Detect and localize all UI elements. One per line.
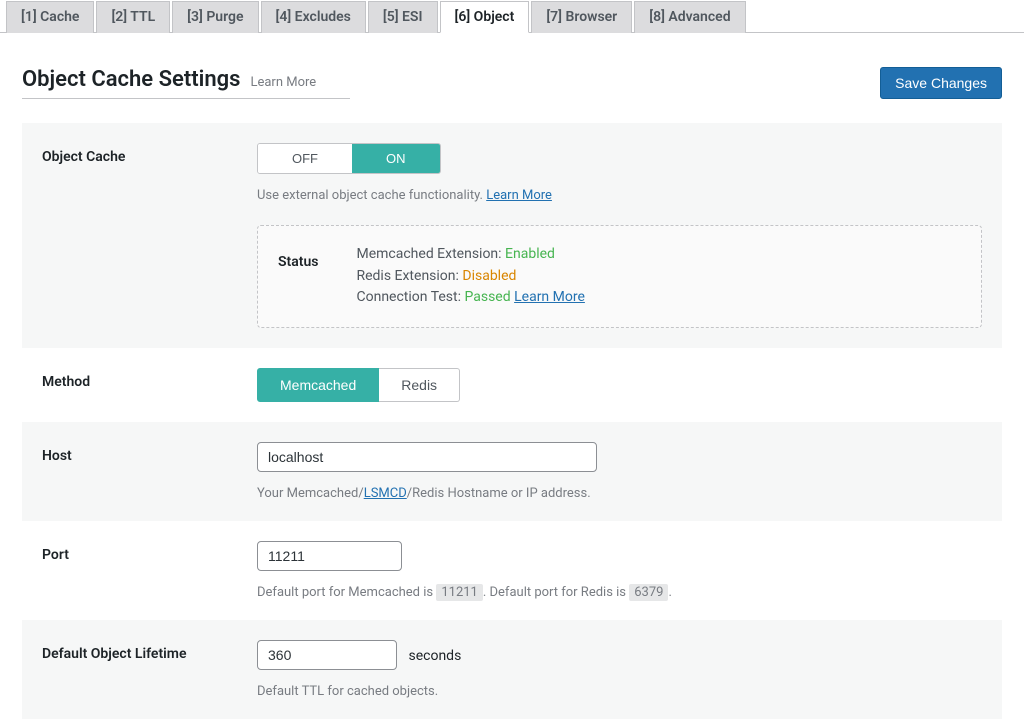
object-cache-label: Object Cache (42, 143, 257, 328)
tab-ttl[interactable]: [2] TTL (96, 1, 170, 33)
object-cache-on-button[interactable]: ON (352, 144, 440, 173)
method-memcached-button[interactable]: Memcached (257, 368, 379, 402)
connection-test-value: Passed (464, 289, 510, 305)
save-changes-button[interactable]: Save Changes (880, 67, 1002, 99)
port-input[interactable] (257, 541, 402, 571)
tab-advanced[interactable]: [8] Advanced (634, 1, 745, 33)
memcached-default-port: 11211 (436, 584, 483, 601)
memcached-status-value: Enabled (505, 246, 555, 262)
tab-purge[interactable]: [3] Purge (172, 1, 258, 33)
learn-more-link-top[interactable]: Learn More (250, 75, 316, 90)
row-object-cache: Object Cache OFF ON Use external object … (22, 123, 1002, 348)
connection-learn-more-link[interactable]: Learn More (514, 289, 585, 305)
tab-cache[interactable]: [1] Cache (6, 1, 94, 33)
method-label: Method (42, 368, 257, 402)
status-label: Status (278, 244, 318, 309)
port-description: Default port for Memcached is 11211. Def… (257, 585, 982, 600)
host-input[interactable] (257, 442, 597, 472)
method-toggle: Memcached Redis (257, 368, 460, 402)
redis-default-port: 6379 (629, 584, 668, 601)
object-cache-description: Use external object cache functionality.… (257, 188, 982, 203)
object-cache-learn-more-link[interactable]: Learn More (486, 188, 552, 203)
method-redis-button[interactable]: Redis (379, 368, 460, 402)
host-description: Your Memcached/LSMCD/Redis Hostname or I… (257, 486, 982, 501)
lifetime-description: Default TTL for cached objects. (257, 684, 982, 699)
status-box: Status Memcached Extension: Enabled Redi… (257, 225, 982, 328)
row-method: Method Memcached Redis (22, 348, 1002, 422)
status-lines: Memcached Extension: Enabled Redis Exten… (356, 244, 584, 309)
object-cache-toggle: OFF ON (257, 143, 441, 174)
tabs-bar: [1] Cache [2] TTL [3] Purge [4] Excludes… (0, 0, 1024, 33)
row-lifetime: Default Object Lifetime seconds Default … (22, 620, 1002, 719)
lifetime-unit: seconds (408, 648, 461, 664)
tab-esi[interactable]: [5] ESI (368, 1, 438, 33)
port-label: Port (42, 541, 257, 600)
row-port: Port Default port for Memcached is 11211… (22, 521, 1002, 620)
lsmcd-link[interactable]: LSMCD (364, 486, 407, 501)
row-host: Host Your Memcached/LSMCD/Redis Hostname… (22, 422, 1002, 521)
tab-excludes[interactable]: [4] Excludes (261, 1, 366, 33)
redis-status-value: Disabled (462, 268, 516, 284)
tab-object[interactable]: [6] Object (440, 1, 530, 33)
host-label: Host (42, 442, 257, 501)
object-cache-off-button[interactable]: OFF (258, 144, 352, 173)
tab-browser[interactable]: [7] Browser (531, 1, 632, 33)
lifetime-label: Default Object Lifetime (42, 640, 257, 699)
